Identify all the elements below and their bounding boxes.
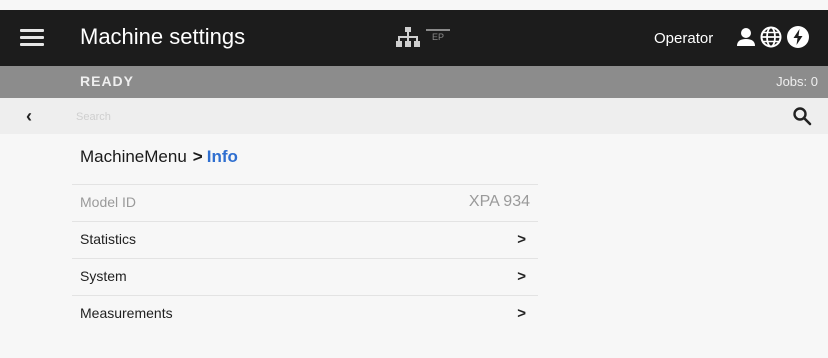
- jobs-count: Jobs: 0: [776, 74, 818, 89]
- list-item-label: Measurements: [80, 305, 173, 321]
- chevron-right-icon: >: [517, 231, 526, 248]
- chevron-right-icon: >: [517, 305, 526, 322]
- list-item-system[interactable]: System >: [72, 258, 538, 295]
- page-title: Machine settings: [80, 24, 246, 49]
- list-item-value: XPA 934: [468, 193, 530, 210]
- list-item-measurements[interactable]: Measurements >: [72, 295, 538, 332]
- search-bar: ‹: [0, 98, 828, 134]
- status-bar: READY Jobs: 0: [0, 66, 828, 98]
- breadcrumb: MachineMenu > Info: [80, 147, 238, 167]
- list-item-label: Model ID: [80, 194, 137, 210]
- list-item-label: Statistics: [80, 231, 137, 247]
- user-label: Operator: [654, 30, 714, 47]
- list-item-model-id: Model ID XPA 934: [72, 184, 538, 221]
- search-icon[interactable]: [792, 106, 812, 126]
- chevron-left-icon[interactable]: ‹: [26, 107, 42, 125]
- breadcrumb-current[interactable]: Info: [207, 147, 238, 166]
- top-header: Machine settings EP Operator: [0, 10, 828, 66]
- breadcrumb-root[interactable]: MachineMenu: [80, 147, 187, 166]
- hamburger-menu-icon[interactable]: [20, 27, 46, 49]
- user-icon[interactable]: [736, 26, 756, 48]
- status-state: READY: [80, 73, 135, 89]
- ep-icon: EP: [426, 29, 450, 47]
- list-item-statistics[interactable]: Statistics >: [72, 221, 538, 258]
- info-list: Model ID XPA 934 Statistics > System > M…: [72, 184, 538, 332]
- power-icon[interactable]: [786, 25, 810, 49]
- search-input[interactable]: [74, 105, 758, 129]
- globe-icon[interactable]: [760, 26, 782, 48]
- breadcrumb-separator: >: [192, 147, 203, 166]
- network-icon: [396, 27, 420, 47]
- list-item-label: System: [80, 268, 127, 284]
- chevron-right-icon: >: [517, 268, 526, 285]
- app-window: Machine settings EP Operator READY Jobs:…: [0, 0, 828, 358]
